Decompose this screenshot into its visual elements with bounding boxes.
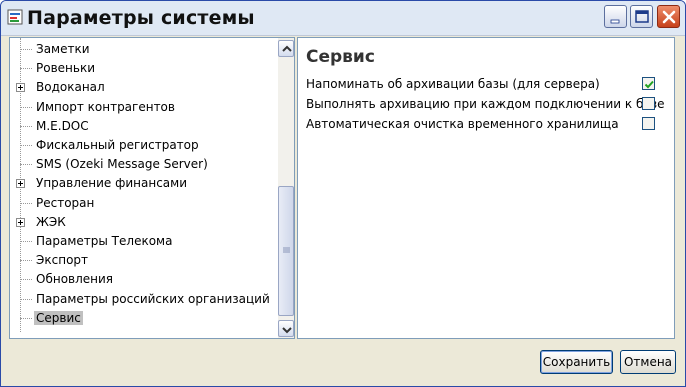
tree-connector	[20, 145, 32, 146]
tree-item[interactable]: Ресторан	[10, 194, 278, 213]
maximize-icon	[635, 10, 649, 23]
tree-item[interactable]: M.E.DOC	[10, 117, 278, 136]
tree-item-label: Ровеньки	[36, 61, 95, 76]
chevron-down-icon	[282, 327, 292, 334]
tree-connector	[20, 260, 32, 262]
tree-item-label: Фискальный регистратор	[36, 138, 199, 152]
tree-item-label: Экспорт	[36, 253, 89, 268]
minimize-button[interactable]	[604, 5, 627, 28]
tree-item-label: Водоканал	[36, 80, 105, 95]
settings-app-icon	[7, 9, 23, 25]
title-bar: Параметры системы	[1, 1, 685, 36]
tree-connector	[20, 317, 32, 319]
option-checkbox[interactable]	[642, 117, 655, 130]
window-title: Параметры системы	[27, 7, 255, 29]
tree-item-label: Сервис	[34, 310, 83, 325]
tree-scrollbar[interactable]	[278, 38, 294, 338]
tree-item[interactable]: Заметки	[10, 40, 278, 59]
tree-item-label: Параметры Телекома	[36, 234, 173, 248]
tree-connector	[20, 241, 32, 242]
expand-icon[interactable]	[16, 217, 25, 227]
expand-icon[interactable]	[16, 83, 25, 93]
tree-connector	[20, 106, 32, 108]
tree-item-label: M.E.DOC	[36, 118, 89, 133]
option-row: Напоминать об архивации базы (для сервер…	[306, 75, 666, 93]
tree-item[interactable]: Фискальный регистратор	[10, 136, 278, 155]
tree-item-label: Управление финансами	[36, 176, 188, 191]
checkmark-icon	[644, 80, 654, 89]
tree-connector	[20, 125, 32, 127]
tree-connector	[20, 164, 32, 166]
tree-item[interactable]: Управление финансами	[10, 174, 278, 193]
tree-item[interactable]: Импорт контрагентов	[10, 98, 278, 117]
save-button[interactable]: Сохранить	[540, 350, 613, 374]
tree-item[interactable]: Параметры Телекома	[10, 232, 278, 251]
tree-item-label: Импорт контрагентов	[36, 99, 175, 114]
tree-item[interactable]: Экспорт	[10, 251, 278, 270]
expand-icon[interactable]	[16, 179, 25, 189]
tree-connector	[20, 298, 32, 300]
tree-item[interactable]: Обновления	[10, 270, 278, 289]
tree-connector	[20, 49, 32, 50]
tree-connector	[20, 68, 32, 70]
tree-item[interactable]: Параметры российских организаций	[10, 290, 278, 309]
system-settings-window: Параметры системы Заметки Ровеньки Водокан…	[0, 0, 686, 387]
scroll-thumb[interactable]	[278, 186, 294, 316]
tree-item[interactable]: SMS (Ozeki Message Server)	[10, 155, 278, 174]
tree-connector	[20, 279, 32, 281]
maximize-button[interactable]	[630, 5, 653, 28]
tree-item-label: Обновления	[36, 272, 114, 287]
settings-panel: Сервис Напоминать об архивации базы (для…	[297, 37, 675, 339]
tree-item[interactable]: Сервис	[10, 309, 278, 328]
close-icon	[662, 10, 676, 24]
close-button[interactable]	[657, 5, 680, 28]
tree-item[interactable]: Ровеньки	[10, 59, 278, 78]
scroll-down-button[interactable]	[278, 320, 294, 337]
tree-item-label: Заметки	[36, 42, 90, 56]
cancel-button[interactable]: Отмена	[620, 350, 676, 374]
panel-title: Сервис	[306, 47, 375, 67]
scroll-up-button[interactable]	[278, 40, 294, 57]
tree-item[interactable]: Водоканал	[10, 78, 278, 97]
option-checkbox[interactable]	[642, 77, 655, 90]
tree-item-label: ЖЭК	[36, 214, 66, 229]
option-label: Автоматическая очистка временного хранил…	[306, 117, 619, 131]
tree-connector	[20, 202, 32, 204]
chevron-up-icon	[282, 45, 292, 52]
tree-item-label: Параметры российских организаций	[36, 291, 270, 306]
minimize-icon	[610, 19, 620, 24]
tree-item-label: SMS (Ozeki Message Server)	[36, 157, 208, 172]
tree-item[interactable]: ЖЭК	[10, 213, 278, 232]
option-label: Выполнять архивацию при каждом подключен…	[306, 97, 665, 111]
option-row: Автоматическая очистка временного хранил…	[306, 115, 666, 133]
option-checkbox[interactable]	[642, 97, 655, 110]
settings-tree[interactable]: Заметки Ровеньки Водоканал Импорт контраген…	[9, 37, 295, 339]
tree-item-label: Ресторан	[36, 195, 95, 210]
grip-icon	[283, 247, 290, 253]
option-label: Напоминать об архивации базы (для сервер…	[306, 77, 600, 91]
option-row: Выполнять архивацию при каждом подключен…	[306, 95, 666, 113]
